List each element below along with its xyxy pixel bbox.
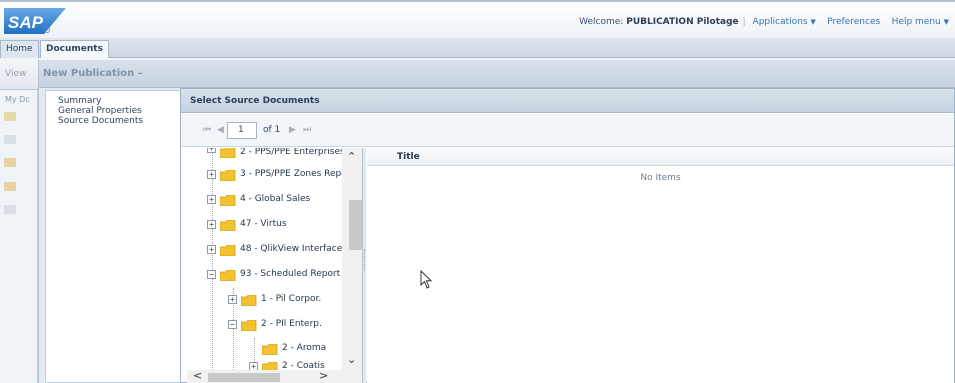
chevron-down-icon: ▼ xyxy=(943,18,949,26)
expand-icon[interactable]: + xyxy=(207,220,216,229)
empty-state-text: No Items xyxy=(640,173,681,183)
tree-node-label: 93 - Scheduled Report xyxy=(240,269,341,279)
tab-strip: Home Documents xyxy=(0,38,955,58)
my-documents-label: My Dc xyxy=(5,95,30,104)
publication-nav: Summary General Properties Source Docume… xyxy=(45,90,181,383)
tree-node-label: 2 - PPS/PPE Enterprises R xyxy=(240,148,354,157)
horizontal-scrollbar[interactable]: < > xyxy=(187,369,362,383)
folder-icon xyxy=(4,112,16,121)
folder-icon xyxy=(241,320,257,331)
pagination-toolbar: ⏮ ◀ 1 of 1 ▶ ⏭ xyxy=(181,114,954,147)
tree-node-label: 3 - PPS/PPE Zones Report xyxy=(240,169,354,179)
tree-node-label: 4 - Global Sales xyxy=(240,194,311,204)
last-page-icon[interactable]: ⏭ xyxy=(303,125,311,135)
folder-icon xyxy=(220,195,236,206)
expand-icon[interactable]: + xyxy=(207,170,216,179)
sap-logo: SAP xyxy=(4,8,66,34)
tree-node-label: 2 - PIl Enterp. xyxy=(261,319,322,329)
mouse-cursor-icon xyxy=(420,270,433,289)
nav-source-documents[interactable]: Source Documents xyxy=(58,116,143,126)
tree-node-label: 2 - Aroma xyxy=(282,343,327,353)
previous-page-icon[interactable]: ◀ xyxy=(217,125,224,135)
folder-panel: My Dc xyxy=(0,90,38,383)
folder-icon xyxy=(4,182,16,191)
user-welcome: Welcome: PUBLICATION Pilotage | Applicati… xyxy=(579,17,949,27)
tab-home[interactable]: Home xyxy=(0,40,39,58)
item-icon xyxy=(4,205,16,214)
expand-icon[interactable]: + xyxy=(207,148,216,153)
folder-icon xyxy=(241,295,257,306)
scrollbar-thumb[interactable] xyxy=(349,200,362,250)
collapse-icon[interactable]: − xyxy=(207,270,216,279)
applications-label: Applications xyxy=(752,17,808,27)
folder-tree: + 2 - PPS/PPE Enterprises R + 3 - PPS/PP… xyxy=(187,148,363,383)
tree-connector xyxy=(212,148,213,370)
tree-node-label: 48 - QlikView Interface xyxy=(240,244,343,254)
collapse-icon[interactable]: − xyxy=(228,320,237,329)
column-header-title[interactable]: Title xyxy=(397,152,420,162)
divider: | xyxy=(742,17,746,27)
chevron-down-icon: ▼ xyxy=(810,18,816,26)
user-name: PUBLICATION Pilotage xyxy=(626,17,739,27)
folder-icon xyxy=(4,158,16,167)
folder-icon xyxy=(262,344,278,355)
view-menu[interactable]: View xyxy=(5,69,26,79)
grid-header: Title xyxy=(367,148,954,166)
dialog-header: New Publication – xyxy=(39,60,955,88)
nav-summary[interactable]: Summary xyxy=(58,96,102,106)
folder-icon xyxy=(220,170,236,181)
page-count-label: of 1 xyxy=(263,125,281,135)
folder-icon xyxy=(220,245,236,256)
dialog-header: Select Source Documents xyxy=(181,89,954,113)
item-icon xyxy=(4,135,16,144)
tree-node-label: 1 - Pil Corpor. xyxy=(261,294,322,304)
folder-icon xyxy=(220,220,236,231)
page-number-input[interactable]: 1 xyxy=(227,122,257,139)
scroll-right-icon[interactable]: > xyxy=(319,369,328,382)
vertical-scrollbar[interactable]: ⌃ ⌄ xyxy=(342,148,362,370)
expand-icon[interactable]: + xyxy=(228,295,237,304)
select-source-documents-dialog: Select Source Documents ⏮ ◀ 1 of 1 ▶ ⏭ +… xyxy=(180,88,955,383)
preferences-link[interactable]: Preferences xyxy=(827,17,880,27)
applications-menu[interactable]: Applications ▼ xyxy=(753,17,816,27)
scroll-left-icon[interactable]: < xyxy=(193,369,202,382)
folder-icon xyxy=(220,270,236,281)
first-page-icon[interactable]: ⏮ xyxy=(203,125,211,135)
expand-icon[interactable]: + xyxy=(207,245,216,254)
dialog-title: New Publication – xyxy=(43,68,143,79)
logo-text: SAP xyxy=(8,13,44,32)
welcome-prefix: Welcome: xyxy=(579,17,624,27)
nav-general-properties[interactable]: General Properties xyxy=(58,106,142,116)
dialog-title: Select Source Documents xyxy=(190,96,320,106)
tree-node-label: 47 - Virtus xyxy=(240,219,287,229)
splitter-grip xyxy=(364,249,365,271)
top-header: SAP Welcome: PUBLICATION Pilotage | Appli… xyxy=(0,0,955,38)
scroll-down-icon[interactable]: ⌄ xyxy=(347,353,356,366)
scroll-up-icon[interactable]: ⌃ xyxy=(347,150,356,163)
help-menu[interactable]: Help menu ▼ xyxy=(892,17,949,27)
scrollbar-thumb[interactable] xyxy=(208,373,280,382)
documents-grid: Title No Items xyxy=(367,148,954,383)
tab-documents[interactable]: Documents xyxy=(40,40,109,58)
expand-icon[interactable]: + xyxy=(207,195,216,204)
folder-icon xyxy=(220,148,236,158)
help-menu-label: Help menu xyxy=(891,17,941,27)
next-page-icon[interactable]: ▶ xyxy=(289,125,296,135)
